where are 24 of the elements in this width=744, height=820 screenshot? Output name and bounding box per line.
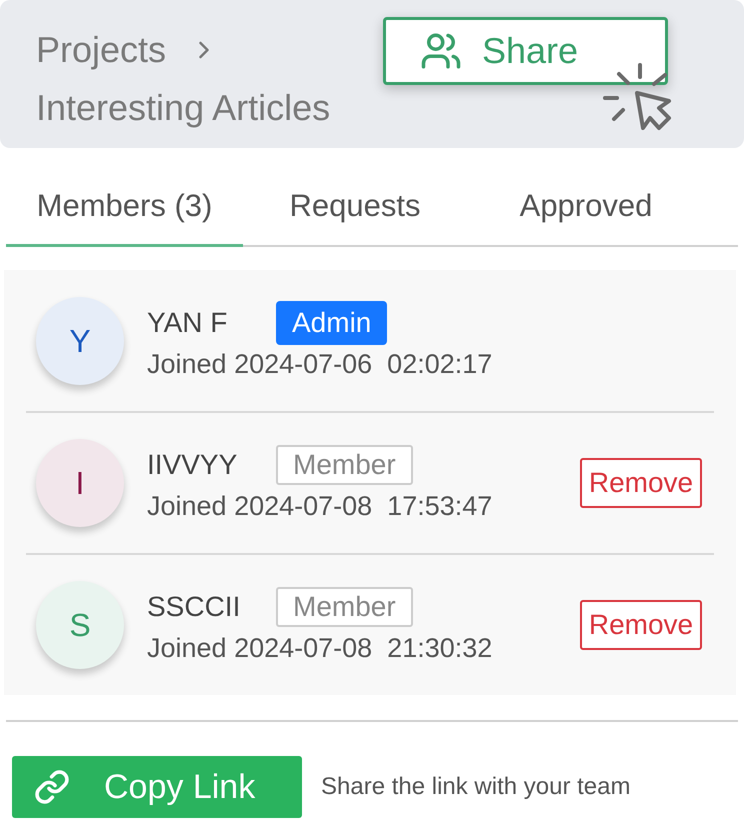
avatar: Y [36,296,124,384]
member-name: YAN F [147,306,228,340]
join-date: Joined 2024-07-08 21:30:32 [147,632,492,665]
role-badge: Admin [276,300,388,344]
avatar: I [36,439,124,527]
tab[interactable]: Approved [467,169,705,247]
tab[interactable]: Members (3) [6,169,243,247]
copy-link-button[interactable]: Copy Link [12,756,302,818]
share-hint: Share the link with your team [321,772,630,802]
join-date: Joined 2024-07-08 17:53:47 [147,490,492,523]
role-badge: Member [276,445,413,485]
page-title: Interesting Articles [36,86,330,130]
link-icon [34,769,70,805]
join-date: Joined 2024-07-06 02:02:17 [147,348,492,380]
breadcrumb-link[interactable]: Projects [36,28,166,72]
avatar: S [36,581,124,669]
role-badge: Member [276,587,413,627]
tab[interactable]: Requests [243,169,467,247]
share-button[interactable]: Share [383,17,668,85]
member-name: SSCCII [147,590,242,624]
member-name: IIVVYY [147,448,238,482]
remove-button[interactable]: Remove [580,600,702,650]
remove-button[interactable]: Remove [580,458,702,508]
cursor-click-icon [602,62,672,132]
